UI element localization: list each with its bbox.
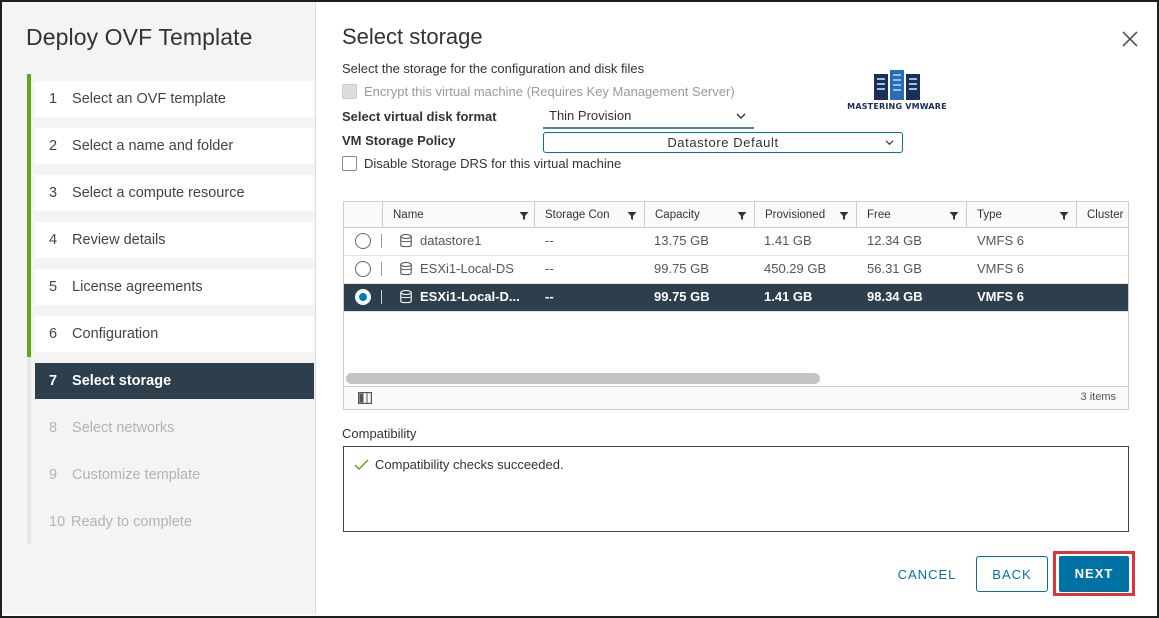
filter-icon[interactable] xyxy=(839,211,849,221)
step-select-ovf-template[interactable]: 1 Select an OVF template xyxy=(35,81,314,117)
encrypt-label: Encrypt this virtual machine (Requires K… xyxy=(364,84,735,99)
column-header-type[interactable]: Type xyxy=(966,202,1076,228)
chevron-down-icon xyxy=(736,113,746,119)
disable-drs-label: Disable Storage DRS for this virtual mac… xyxy=(364,156,622,171)
column-header-free[interactable]: Free xyxy=(856,202,966,228)
horizontal-scrollbar[interactable] xyxy=(346,373,820,384)
datastore-grid: Name Storage Con Capacity Provisioned Fr… xyxy=(343,201,1129,410)
encrypt-checkbox-row: Encrypt this virtual machine (Requires K… xyxy=(342,84,735,99)
item-count: 3 items xyxy=(1080,391,1116,403)
column-divider xyxy=(381,290,382,304)
table-row[interactable]: datastore1 -- 13.75 GB 1.41 GB 12.34 GB … xyxy=(344,228,1128,256)
page-subtitle: Select the storage for the configuration… xyxy=(342,61,645,76)
disk-format-select[interactable]: Thin Provision xyxy=(543,107,754,129)
filter-icon[interactable] xyxy=(627,211,637,221)
filter-icon[interactable] xyxy=(519,211,529,221)
grid-footer: 3 items xyxy=(344,386,1128,409)
progress-rail-completed xyxy=(27,74,31,357)
compatibility-message: Compatibility checks succeeded. xyxy=(375,457,564,472)
filter-icon[interactable] xyxy=(949,211,959,221)
disk-format-value: Thin Provision xyxy=(549,108,632,123)
step-review-details[interactable]: 4 Review details xyxy=(35,222,314,258)
wizard-title: Deploy OVF Template xyxy=(26,24,253,50)
storage-policy-label: VM Storage Policy xyxy=(342,133,456,148)
step-select-networks: 8 Select networks xyxy=(49,420,175,436)
step-customize-template: 9 Customize template xyxy=(49,467,201,483)
chevron-down-icon xyxy=(885,140,894,146)
compatibility-panel: Compatibility checks succeeded. xyxy=(343,446,1129,532)
datastore-icon xyxy=(400,234,412,248)
storage-policy-value: Datastore Default xyxy=(667,135,779,150)
disable-drs-checkbox[interactable] xyxy=(342,156,357,171)
column-header-provisioned[interactable]: Provisioned xyxy=(754,202,856,228)
disable-drs-row[interactable]: Disable Storage DRS for this virtual mac… xyxy=(342,156,621,171)
step-ready-to-complete: 10 Ready to complete xyxy=(49,514,192,530)
step-select-storage[interactable]: 7 Select storage xyxy=(35,363,314,399)
page-title: Select storage xyxy=(342,24,483,49)
cancel-button[interactable]: CANCEL xyxy=(890,557,964,593)
row-radio[interactable] xyxy=(355,233,371,249)
datastore-icon xyxy=(400,262,412,276)
step-select-compute-resource[interactable]: 3 Select a compute resource xyxy=(35,175,314,211)
row-radio[interactable] xyxy=(355,261,371,277)
table-row-selected[interactable]: ESXi1-Local-D... -- 99.75 GB 1.41 GB 98.… xyxy=(344,284,1128,312)
column-divider xyxy=(381,234,382,248)
table-row[interactable]: ESXi1-Local-DS -- 99.75 GB 450.29 GB 56.… xyxy=(344,256,1128,284)
column-header-capacity[interactable]: Capacity xyxy=(644,202,754,228)
column-header-storage-con[interactable]: Storage Con xyxy=(534,202,644,228)
back-button[interactable]: BACK xyxy=(976,556,1048,592)
grid-header: Name Storage Con Capacity Provisioned Fr… xyxy=(344,202,1128,228)
column-header-cluster[interactable]: Cluster xyxy=(1076,202,1128,228)
row-radio-checked[interactable] xyxy=(355,289,371,305)
disk-format-label: Select virtual disk format xyxy=(342,109,497,124)
encrypt-checkbox xyxy=(342,84,357,99)
step-select-name-folder[interactable]: 2 Select a name and folder xyxy=(35,128,314,164)
compatibility-message-row: Compatibility checks succeeded. xyxy=(354,457,564,472)
checkmark-icon xyxy=(354,458,369,470)
step-license-agreements[interactable]: 5 License agreements xyxy=(35,269,314,305)
step-configuration[interactable]: 6 Configuration xyxy=(35,316,314,352)
column-divider xyxy=(381,262,382,276)
close-icon[interactable] xyxy=(1119,28,1141,50)
next-button[interactable]: NEXT xyxy=(1059,556,1129,592)
filter-icon[interactable] xyxy=(1059,211,1069,221)
storage-policy-select[interactable]: Datastore Default xyxy=(543,132,903,153)
datastore-icon xyxy=(400,290,412,304)
column-header-name[interactable]: Name xyxy=(382,202,536,228)
column-toggle-icon[interactable] xyxy=(358,392,372,404)
logo-text: MASTERING VMWARE xyxy=(847,102,947,111)
filter-icon[interactable] xyxy=(737,211,747,221)
compatibility-label: Compatibility xyxy=(342,426,417,441)
